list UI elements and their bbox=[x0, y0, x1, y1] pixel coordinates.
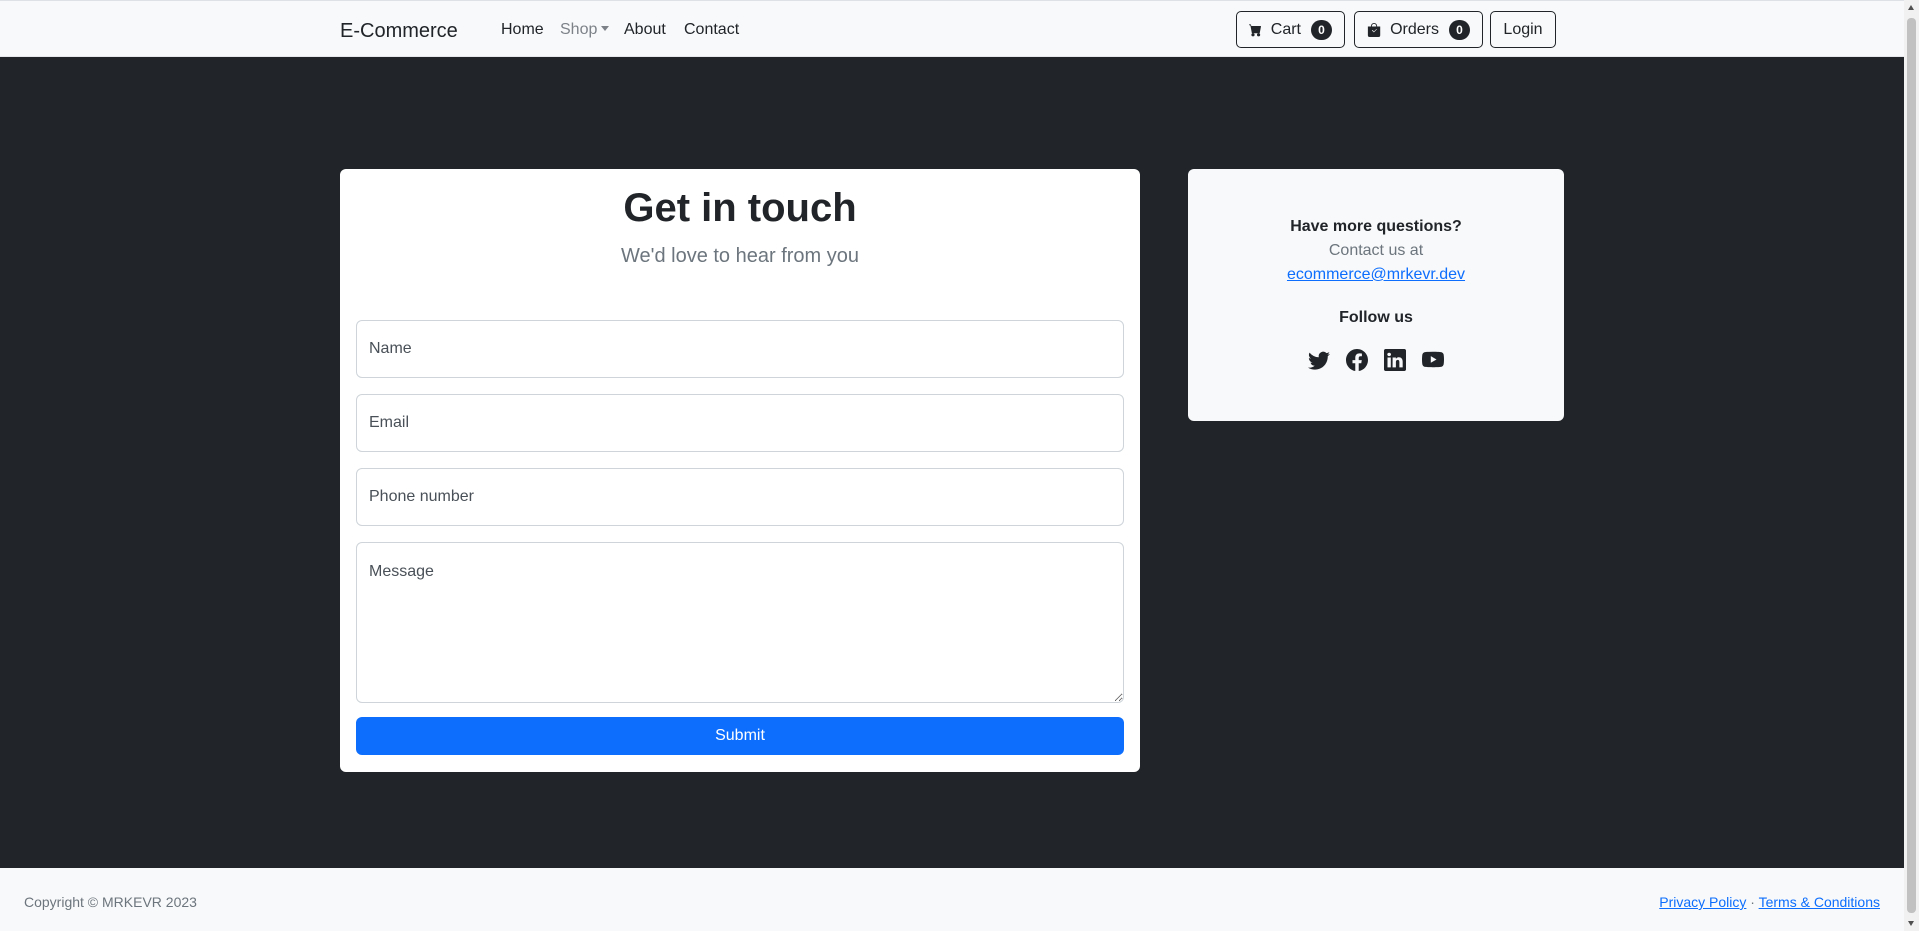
orders-button[interactable]: Orders 0 bbox=[1354, 11, 1483, 48]
navbar: E-Commerce Home Shop About Contact Cart … bbox=[0, 0, 1904, 57]
nav-link-about[interactable]: About bbox=[624, 21, 666, 39]
orders-count-badge: 0 bbox=[1449, 19, 1470, 40]
cart-label: Cart bbox=[1270, 20, 1301, 38]
vertical-scrollbar[interactable] bbox=[1904, 0, 1919, 931]
follow-heading: Follow us bbox=[1339, 309, 1413, 326]
cart-icon bbox=[1249, 23, 1261, 36]
cart-count-badge: 0 bbox=[1311, 19, 1332, 40]
shopping-bag-icon bbox=[1367, 22, 1381, 37]
orders-label: Orders bbox=[1390, 20, 1439, 38]
caret-down-icon bbox=[601, 26, 610, 31]
youtube-icon[interactable] bbox=[1422, 349, 1444, 371]
nav-link-home[interactable]: Home bbox=[501, 21, 544, 39]
linkedin-icon[interactable] bbox=[1384, 349, 1406, 371]
contact-email-link[interactable]: ecommerce@mrkevr.dev bbox=[1188, 266, 1564, 284]
form-subtitle: We'd love to hear from you bbox=[620, 245, 859, 267]
login-button[interactable]: Login bbox=[1490, 11, 1556, 48]
nav-link-contact[interactable]: Contact bbox=[684, 21, 739, 39]
email-input[interactable] bbox=[356, 394, 1124, 452]
scroll-down-arrow-icon[interactable] bbox=[1908, 921, 1914, 926]
submit-button[interactable]: Submit bbox=[356, 717, 1124, 755]
main-section: Get in touch We'd love to hear from you … bbox=[0, 57, 1904, 868]
footer: Copyright © MRKEVR 2023 Privacy Policy ·… bbox=[0, 868, 1904, 931]
cart-button[interactable]: Cart 0 bbox=[1236, 11, 1345, 48]
scroll-up-arrow-icon[interactable] bbox=[1908, 5, 1914, 10]
contact-form-card: Get in touch We'd love to hear from you … bbox=[340, 169, 1140, 772]
terms-link[interactable]: Terms & Conditions bbox=[1759, 894, 1880, 910]
phone-input[interactable] bbox=[356, 468, 1124, 526]
contact-text: Contact us at bbox=[1328, 242, 1424, 259]
footer-separator: · bbox=[1750, 894, 1755, 910]
scrollbar-thumb[interactable] bbox=[1907, 18, 1916, 913]
contact-info-card: Have more questions? Contact us at ecomm… bbox=[1188, 169, 1564, 421]
brand-link[interactable]: E-Commerce bbox=[340, 20, 458, 43]
form-title: Get in touch bbox=[623, 186, 857, 230]
social-links bbox=[1188, 349, 1564, 371]
footer-links: Privacy Policy · Terms & Conditions bbox=[1659, 894, 1880, 910]
privacy-policy-link[interactable]: Privacy Policy bbox=[1659, 894, 1746, 910]
questions-heading: Have more questions? bbox=[1290, 218, 1462, 235]
name-input[interactable] bbox=[356, 320, 1124, 378]
twitter-icon[interactable] bbox=[1308, 349, 1330, 371]
copyright-text: Copyright © MRKEVR 2023 bbox=[24, 894, 197, 910]
nav-dropdown-shop-label: Shop bbox=[560, 21, 598, 38]
facebook-icon[interactable] bbox=[1346, 349, 1368, 371]
message-textarea[interactable] bbox=[356, 542, 1124, 703]
nav-dropdown-shop[interactable]: Shop bbox=[560, 21, 610, 39]
